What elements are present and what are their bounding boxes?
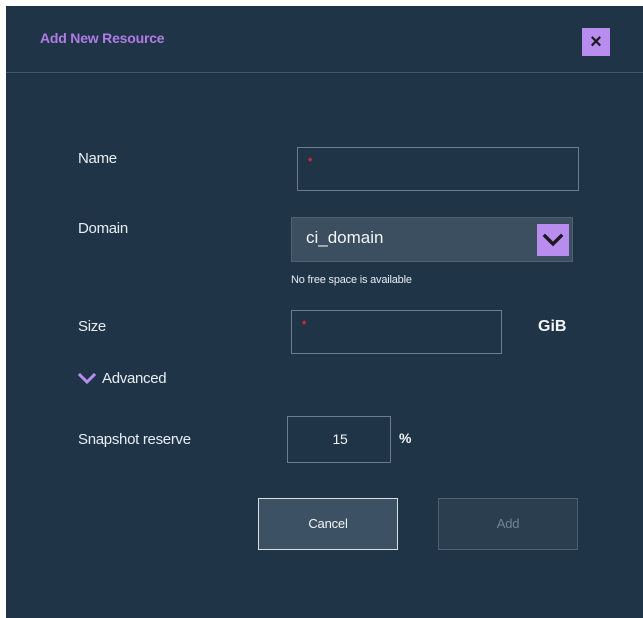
domain-label: Domain xyxy=(78,220,128,237)
chevron-down-icon[interactable] xyxy=(537,224,569,256)
snapshot-reserve-value: 15 xyxy=(332,431,348,447)
cancel-button[interactable]: Cancel xyxy=(258,498,398,550)
advanced-label: Advanced xyxy=(102,370,167,387)
required-marker: * xyxy=(308,156,313,168)
size-unit: GiB xyxy=(538,318,567,335)
dialog-header: Add New Resource × xyxy=(6,6,643,73)
domain-select[interactable]: ci_domain xyxy=(291,217,573,262)
size-label: Size xyxy=(78,318,106,335)
close-button[interactable]: × xyxy=(582,28,610,56)
close-icon: × xyxy=(590,31,602,53)
name-label: Name xyxy=(78,150,117,167)
add-button[interactable]: Add xyxy=(438,498,578,550)
snapshot-reserve-unit: % xyxy=(399,430,412,446)
size-input[interactable]: * xyxy=(291,310,502,354)
add-resource-dialog: Add New Resource × Name * Domain ci_doma… xyxy=(6,6,643,618)
chevron-down-icon xyxy=(77,371,97,392)
domain-select-value: ci_domain xyxy=(306,228,384,247)
name-input[interactable]: * xyxy=(297,147,579,191)
snapshot-reserve-label: Snapshot reserve xyxy=(78,431,191,448)
dialog-title: Add New Resource xyxy=(40,30,165,46)
domain-helper-text: No free space is available xyxy=(291,274,412,286)
snapshot-reserve-input[interactable]: 15 xyxy=(287,416,391,463)
required-marker: * xyxy=(302,319,307,331)
